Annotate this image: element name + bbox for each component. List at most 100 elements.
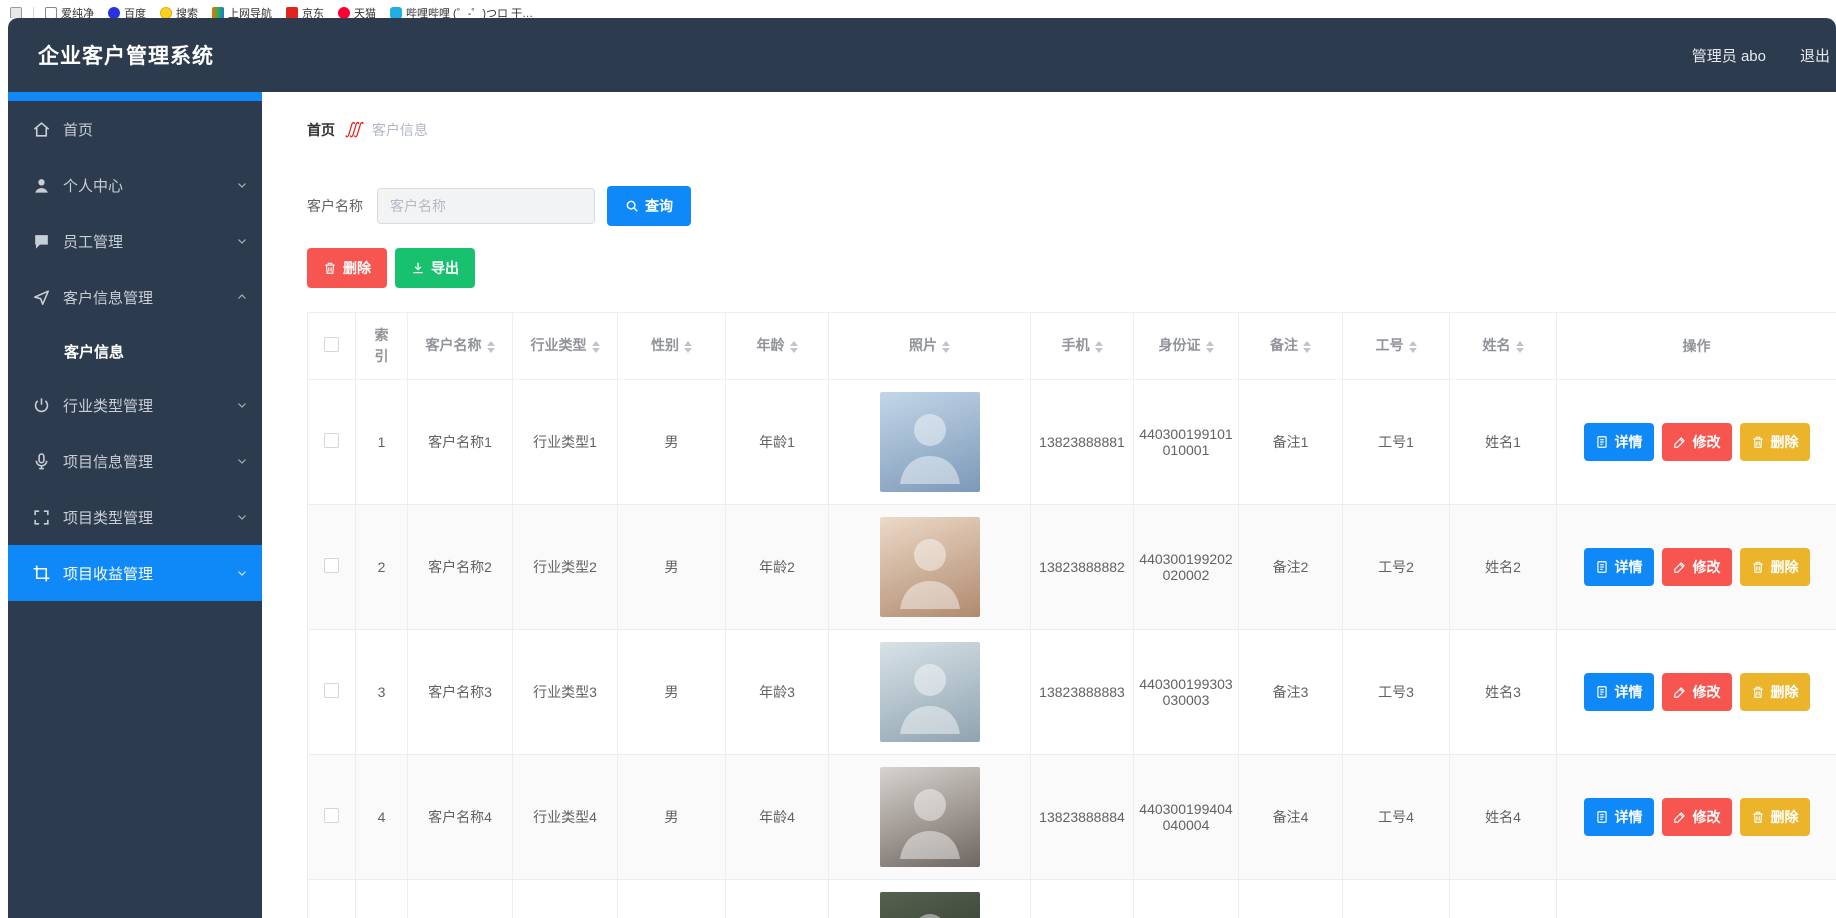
sort-caret-icon[interactable] [1095, 337, 1103, 357]
row-checkbox[interactable] [324, 558, 339, 573]
mic-icon [32, 452, 51, 471]
column-header-age[interactable]: 年龄 [726, 313, 829, 380]
bulk-delete-button[interactable]: 删除 [307, 248, 387, 288]
search-button[interactable]: 查询 [607, 186, 691, 226]
column-header-note[interactable]: 备注 [1239, 313, 1343, 380]
bookmark-item[interactable]: 搜索 [160, 5, 198, 18]
chevron-down-icon [236, 399, 248, 411]
trash-icon [1751, 810, 1765, 824]
logout-link[interactable]: 退出 [1800, 45, 1830, 66]
cell-gender: 男 [618, 755, 726, 880]
sort-caret-icon[interactable] [1206, 337, 1214, 357]
bookmark-item[interactable]: 百度 [108, 5, 146, 18]
column-header-name[interactable]: 客户名称 [408, 313, 513, 380]
cell-age: 年龄1 [726, 380, 829, 505]
app-header: 企业客户管理系统 管理员 abo 退出 [8, 18, 1836, 92]
trash-icon [1751, 685, 1765, 699]
cell-id-card: 440300199404040004 [1134, 755, 1239, 880]
cell-job-number: 工号1 [1343, 380, 1450, 505]
sidebar-item-label: 员工管理 [63, 231, 236, 252]
cell-name: 姓名2 [1450, 505, 1557, 630]
bookmark-item[interactable]: 京东 [286, 5, 324, 18]
sidebar-item-8[interactable]: 项目收益管理 [8, 545, 262, 601]
sidebar-item-2[interactable]: 个人中心 [8, 157, 262, 213]
cell-gender [618, 880, 726, 918]
column-header-job_no[interactable]: 工号 [1343, 313, 1450, 380]
export-button[interactable]: 导出 [395, 248, 475, 288]
row-edit-button[interactable]: 修改 [1662, 798, 1732, 836]
cell-phone: 13823888881 [1031, 380, 1134, 505]
cell-age: 年龄2 [726, 505, 829, 630]
row-checkbox[interactable] [324, 808, 339, 823]
sort-caret-icon[interactable] [592, 337, 600, 357]
customer-name-input[interactable] [377, 188, 595, 224]
bookmark-item[interactable]: 上网导航 [212, 5, 272, 18]
sort-caret-icon[interactable] [790, 337, 798, 357]
row-detail-button[interactable]: 详情 [1584, 673, 1654, 711]
row-checkbox[interactable] [324, 433, 339, 448]
cell-note: 备注3 [1239, 630, 1343, 755]
sort-caret-icon[interactable] [1303, 337, 1311, 357]
row-edit-button[interactable]: 修改 [1662, 673, 1732, 711]
cell-phone: 13823888882 [1031, 505, 1134, 630]
cell-gender: 男 [618, 505, 726, 630]
bookmark-item[interactable]: 天猫 [338, 5, 376, 18]
row-detail-button[interactable]: 详情 [1584, 548, 1654, 586]
column-header-id_card[interactable]: 身份证 [1134, 313, 1239, 380]
cell-gender: 男 [618, 380, 726, 505]
sidebar-item-4[interactable]: 客户信息管理 [8, 269, 262, 325]
column-label: 行业类型 [531, 337, 587, 353]
cell-name [1450, 880, 1557, 918]
sort-caret-icon[interactable] [1409, 337, 1417, 357]
column-header-gender[interactable]: 性别 [618, 313, 726, 380]
reader-button[interactable] [10, 7, 22, 18]
comment-icon [32, 232, 51, 251]
table-row: 4 客户名称4 行业类型4 男 年龄4 13823888884 44030019… [308, 755, 1836, 880]
sort-caret-icon[interactable] [1516, 337, 1524, 357]
pen-icon [1673, 435, 1687, 449]
row-delete-button[interactable]: 删除 [1740, 548, 1810, 586]
sidebar-item-7[interactable]: 项目类型管理 [8, 489, 262, 545]
sidebar-item-label: 首页 [63, 119, 248, 140]
customer-photo [880, 642, 980, 742]
sort-caret-icon[interactable] [942, 337, 950, 357]
sidebar-menu: 首页个人中心员工管理客户信息管理客户信息行业类型管理项目信息管理项目类型管理项目… [8, 101, 262, 601]
row-detail-button[interactable]: 详情 [1584, 423, 1654, 461]
customer-photo [880, 517, 980, 617]
row-detail-button[interactable]: 详情 [1584, 798, 1654, 836]
sidebar-subitem[interactable]: 客户信息 [8, 325, 262, 377]
column-header-real_name[interactable]: 姓名 [1450, 313, 1557, 380]
row-delete-button[interactable]: 删除 [1740, 798, 1810, 836]
cell-age: 年龄3 [726, 630, 829, 755]
row-edit-button[interactable]: 修改 [1662, 548, 1732, 586]
current-user[interactable]: 管理员 abo [1692, 45, 1766, 66]
cell-index: 2 [356, 505, 408, 630]
app-title: 企业客户管理系统 [8, 40, 214, 70]
bookmark-item[interactable]: 爱纯净 [45, 5, 94, 18]
column-header-industry[interactable]: 行业类型 [513, 313, 618, 380]
sidebar-item-label: 项目收益管理 [63, 563, 236, 584]
cell-customer-name: 客户名称4 [408, 755, 513, 880]
sort-caret-icon[interactable] [487, 337, 495, 357]
cell-customer-name [408, 880, 513, 918]
row-delete-button[interactable]: 删除 [1740, 423, 1810, 461]
crop-icon [32, 564, 51, 583]
sidebar-item-3[interactable]: 员工管理 [8, 213, 262, 269]
sidebar: 首页个人中心员工管理客户信息管理客户信息行业类型管理项目信息管理项目类型管理项目… [8, 92, 262, 918]
row-checkbox[interactable] [324, 683, 339, 698]
row-delete-button[interactable]: 删除 [1740, 673, 1810, 711]
column-header-phone[interactable]: 手机 [1031, 313, 1134, 380]
sort-caret-icon[interactable] [684, 337, 692, 357]
cell-phone: 13823888883 [1031, 630, 1134, 755]
breadcrumb-home-link[interactable]: 首页 [307, 120, 335, 140]
sidebar-item-5[interactable]: 行业类型管理 [8, 377, 262, 433]
row-edit-button[interactable]: 修改 [1662, 423, 1732, 461]
sidebar-item-6[interactable]: 项目信息管理 [8, 433, 262, 489]
bookmark-item[interactable]: 哔哩哔哩 (゜-゜)つロ 干… [390, 5, 533, 18]
brackets-icon [32, 508, 51, 527]
select-all-checkbox[interactable] [324, 337, 339, 352]
column-header-photo[interactable]: 照片 [829, 313, 1031, 380]
table-row: 3 客户名称3 行业类型3 男 年龄3 13823888883 44030019… [308, 630, 1836, 755]
sidebar-item-1[interactable]: 首页 [8, 101, 262, 157]
cell-name: 姓名4 [1450, 755, 1557, 880]
